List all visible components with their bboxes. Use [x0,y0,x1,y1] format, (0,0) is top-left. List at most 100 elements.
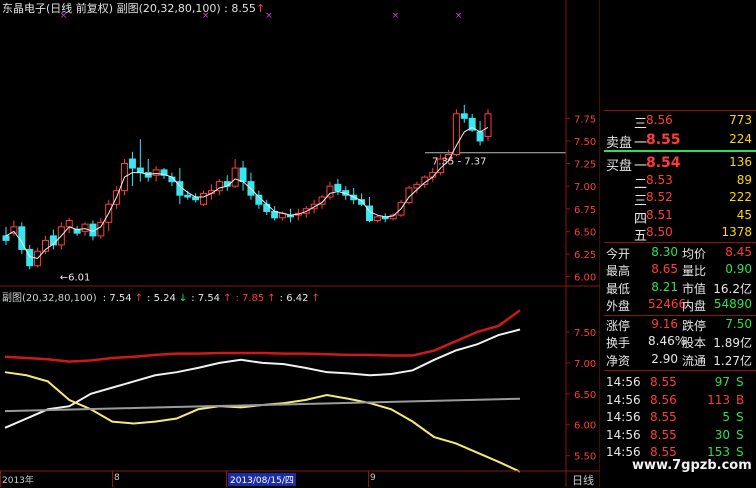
moving-average-line [5,126,489,260]
sell-row[interactable]: 卖盘一 8.55 224 [604,131,756,151]
candle-up[interactable] [231,167,239,187]
candle-up[interactable] [452,113,460,155]
sell-row[interactable]: 三 8.56 773 [604,112,756,132]
candle-down[interactable] [460,113,468,119]
candle-down[interactable] [184,194,192,198]
candle-up[interactable] [373,216,381,222]
signal-marker: × [392,11,400,21]
indicator-arrow-2: ↓ [178,293,188,304]
stat-label: 流通 [682,353,707,368]
buy-row[interactable]: 二 8.53 89 [604,172,756,192]
tick-row[interactable]: 14:56 8.56 113 B [604,392,756,410]
tick-price: 8.55 [650,427,677,442]
indicator-arrow-3: ↑ [223,293,232,304]
date-axis-label: 9 [370,473,376,483]
stat-row: 换手 8.46% 股本 1.89亿 [604,333,756,351]
indicator-series-line[interactable] [4,328,521,429]
indicator-tick-label: 7.50 [574,328,596,339]
sell-price: 8.56 [646,113,673,127]
buy-row[interactable]: 三 8.52 222 [604,189,756,209]
indicator-chart[interactable]: 7.50 7.00 6.50 6.00 5.50 [4,309,596,473]
buy-price: 8.50 [646,225,673,239]
candle-down[interactable] [2,235,10,241]
candle-down[interactable] [136,167,144,174]
candle-down[interactable] [239,167,247,183]
range-label: 7.35 - 7.37 [432,157,487,168]
tick-row[interactable]: 14:56 8.55 97 S [604,374,756,392]
tick-side: B [736,392,745,407]
stat-label: 股本 [682,336,707,350]
stat-value: 9.16 [651,316,678,331]
tick-time: 14:56 [606,392,641,407]
indicator-series-line[interactable] [4,309,521,363]
candle-down[interactable] [263,203,271,212]
stat-label: 最高 [606,264,631,278]
panel-border-top [604,110,756,111]
signal-marker: × [455,11,463,21]
price-tick-label: 7.75 [574,114,596,125]
stat-value: 54890 [713,297,752,311]
chart-area[interactable]: 7.757.507.257.006.756.506.256.00× × × × ×←6.… [0,0,600,487]
date-axis: 2013年 8 2013/08/15/四 9 日线 [0,472,600,487]
stat-row: 最低 8.21 市值 16.2亿 [604,279,756,297]
buy-volume: 89 [736,172,752,187]
candle-up[interactable] [97,221,105,237]
buy-row[interactable]: 买盘一 8.54 136 [604,154,756,174]
candlestick-chart[interactable]: 7.757.507.257.006.756.506.256.00× × × × ×←6.… [2,11,596,284]
signal-marker: × [265,11,273,21]
main-title-arrow: ↑ [255,2,266,15]
candle-up[interactable] [81,223,89,232]
buy-row[interactable]: 五 8.50 1378 [604,224,756,244]
indicator-tick-label: 6.00 [574,421,596,432]
tick-side: S [736,410,744,424]
price-tick-label: 6.75 [574,205,596,216]
buy-volume: 136 [729,155,752,169]
candle-down[interactable] [73,229,81,234]
candle-up[interactable] [65,220,73,228]
stat-value: 2.90 [651,351,678,366]
tick-row[interactable]: 14:56 8.55 30 S [604,427,756,445]
stat-label: 最低 [606,281,631,296]
period-tab[interactable]: 日线 [572,472,594,488]
candle-down[interactable] [128,158,136,169]
indicator-value-3: : 7.54 [191,293,221,304]
stock-terminal: 7.75 7.50 7.25 7.00 6.75 6.50 6.25 6.00 × × × × × ←6.… [0,0,756,487]
indicator-value-1: : 7.54 [102,293,132,304]
indicator-arrow-4: ↑ [267,293,276,304]
tick-time: 14:56 [606,427,641,442]
tick-row[interactable]: 14:56 8.55 5 S [604,409,756,427]
tick-time: 14:56 [606,375,641,389]
stat-value: 1.27亿 [713,353,752,368]
candle-down[interactable] [476,131,484,142]
tick-price: 8.55 [650,445,677,459]
candle-down[interactable] [334,183,342,192]
stat-value: 0.90 [725,262,752,276]
stat-value: 16.2亿 [713,281,752,296]
indicator-tick-label: 6.50 [574,390,596,401]
bid-ask-divider [604,150,756,152]
main-title-text: 东晶电子(日线 前复权) 副图(20,32,80,100) : 8.55 [2,2,256,15]
stat-value: 52466 [648,297,687,311]
tick-side: S [736,445,744,459]
stat-label: 均价 [682,246,707,261]
indicator-tick-label: 7.00 [574,359,596,370]
candle-up[interactable] [484,113,492,137]
candle-up[interactable] [200,192,208,205]
stat-value: 8.65 [651,262,678,276]
tick-volume: 153 [707,445,730,459]
stat-value: 8.21 [651,279,678,294]
stat-label: 今开 [606,246,631,261]
stat-label: 外盘 [606,299,631,313]
panel-separator-3 [604,370,756,371]
stat-label: 换手 [606,336,631,350]
indicator-arrow-1: ↑ [134,293,144,304]
tick-time: 14:56 [606,410,641,424]
price-tick-label: 7.50 [574,137,596,148]
indicator-tick-label: 5.50 [574,452,596,463]
price-tick-label: 7.25 [574,160,596,171]
indicator-value-2: : 5.24 [147,293,176,304]
main-chart-title: 东晶电子(日线 前复权) 副图(20,32,80,100) : 8.55↑ [2,0,265,16]
buy-row[interactable]: 四 8.51 45 [604,207,756,227]
indicator-series-line[interactable] [4,371,521,473]
candle-up[interactable] [152,169,160,176]
